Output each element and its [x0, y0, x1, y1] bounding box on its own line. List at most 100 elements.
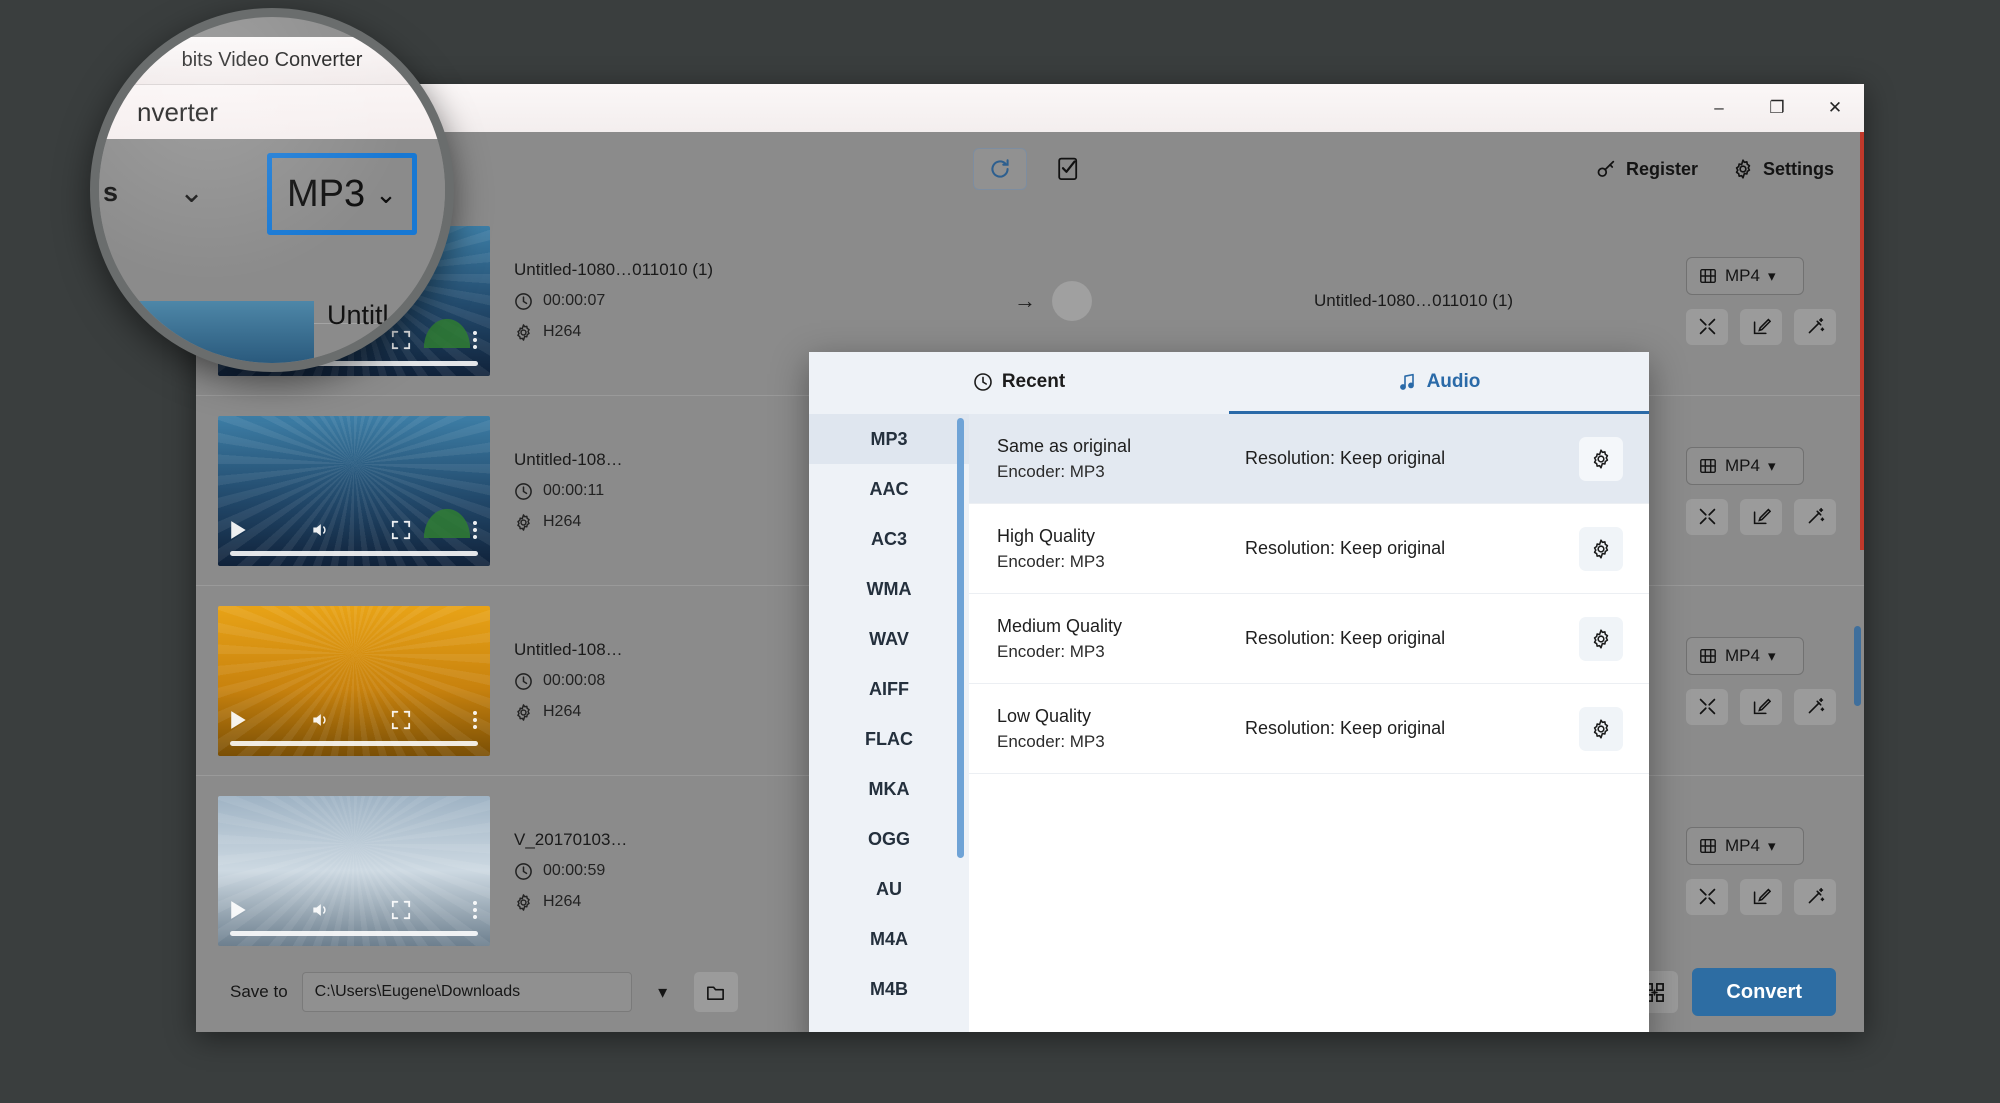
- gear-icon: [1590, 628, 1612, 650]
- save-to-label: Save to: [230, 982, 288, 1001]
- fullscreen-icon[interactable]: [391, 710, 411, 730]
- volume-icon[interactable]: [309, 520, 331, 540]
- settings-round-button[interactable]: [1052, 280, 1092, 321]
- save-path-chevron-down-icon[interactable]: ▾: [646, 975, 680, 1009]
- seek-bar[interactable]: [230, 550, 478, 556]
- more-options-icon[interactable]: [472, 520, 478, 540]
- seek-bar[interactable]: [230, 930, 478, 936]
- format-item-ogg[interactable]: OGG: [809, 814, 969, 864]
- file-duration: 00:00:08: [514, 672, 720, 691]
- magnified-format-dropdown-highlight[interactable]: MP3 ⌄: [267, 153, 417, 235]
- row-format-dropdown[interactable]: MP4 ▾: [1686, 636, 1804, 675]
- row-format-dropdown[interactable]: MP4 ▾: [1686, 446, 1804, 485]
- close-button[interactable]: ✕: [1806, 84, 1864, 132]
- fullscreen-icon[interactable]: [391, 520, 411, 540]
- play-icon[interactable]: [230, 520, 248, 540]
- file-duration: 00:00:07: [514, 292, 720, 311]
- enhance-button[interactable]: [1794, 688, 1836, 725]
- volume-icon[interactable]: [309, 710, 331, 730]
- row-action-buttons: [1686, 688, 1836, 725]
- maximize-button[interactable]: ❐: [1748, 84, 1806, 132]
- refresh-icon: [987, 156, 1013, 182]
- format-item-m4b[interactable]: M4B: [809, 964, 969, 1014]
- preset-info: Medium Quality Encoder: MP3: [997, 616, 1245, 662]
- register-button[interactable]: Register: [1595, 158, 1698, 180]
- gear-icon: [1732, 158, 1754, 180]
- magnified-format-value: MP3: [287, 172, 366, 215]
- compress-button[interactable]: [1686, 688, 1728, 725]
- format-item-flac[interactable]: FLAC: [809, 714, 969, 764]
- edit-button[interactable]: [1740, 688, 1782, 725]
- format-item-wma[interactable]: WMA: [809, 564, 969, 614]
- play-icon[interactable]: [230, 900, 248, 920]
- volume-icon[interactable]: [309, 900, 331, 920]
- magnified-subtitle-bar: nverter: [99, 85, 445, 139]
- format-selection-popup: Recent Audio MP3 AAC AC3 WMA WAV AIFF FL…: [809, 352, 1649, 1032]
- fullscreen-icon[interactable]: [391, 900, 411, 920]
- preset-settings-button[interactable]: [1579, 526, 1623, 571]
- clock-icon: [973, 372, 993, 392]
- format-item-wav[interactable]: WAV: [809, 614, 969, 664]
- output-info: Untitled-1080…011010 (1): [1314, 291, 1513, 311]
- save-path-value: C:\Users\Eugene\Downloads: [314, 983, 521, 1000]
- more-options-icon[interactable]: [472, 710, 478, 730]
- key-icon: [1595, 158, 1617, 180]
- refresh-button[interactable]: [973, 148, 1027, 190]
- magnified-ghost-filename: ed-108: [373, 335, 439, 358]
- file-codec: H264: [514, 893, 720, 912]
- settings-button[interactable]: Settings: [1732, 158, 1834, 180]
- select-all-button[interactable]: [1049, 150, 1087, 188]
- edit-button[interactable]: [1740, 308, 1782, 345]
- video-thumbnail[interactable]: [218, 605, 490, 756]
- preset-settings-button[interactable]: [1579, 436, 1623, 481]
- compress-button[interactable]: [1686, 308, 1728, 345]
- row-format-dropdown[interactable]: MP4 ▾: [1686, 256, 1804, 295]
- convert-button[interactable]: Convert: [1692, 968, 1836, 1016]
- file-info: Untitled-108… 00:00:08 H264: [490, 640, 720, 722]
- format-item-m4r[interactable]: M4R: [809, 1014, 969, 1033]
- preset-row-same-as-original[interactable]: Same as original Encoder: MP3 Resolution…: [969, 414, 1649, 504]
- more-options-icon[interactable]: [472, 330, 478, 350]
- preset-settings-button[interactable]: [1579, 616, 1623, 661]
- format-item-mp3[interactable]: MP3: [809, 414, 969, 464]
- enhance-button[interactable]: [1794, 498, 1836, 535]
- format-item-aac[interactable]: AAC: [809, 464, 969, 514]
- row-format-label: MP4: [1725, 835, 1760, 855]
- edit-button[interactable]: [1740, 878, 1782, 915]
- format-item-m4a[interactable]: M4A: [809, 914, 969, 964]
- compress-button[interactable]: [1686, 498, 1728, 535]
- enhance-button[interactable]: [1794, 308, 1836, 345]
- enhance-button[interactable]: [1794, 878, 1836, 915]
- edit-button[interactable]: [1740, 498, 1782, 535]
- compress-button[interactable]: [1686, 878, 1728, 915]
- file-duration: 00:00:59: [514, 862, 720, 881]
- tab-audio[interactable]: Audio: [1229, 352, 1649, 414]
- more-options-icon[interactable]: [472, 900, 478, 920]
- video-thumbnail[interactable]: [218, 415, 490, 566]
- preset-settings-button[interactable]: [1579, 706, 1623, 751]
- play-icon[interactable]: [230, 710, 248, 730]
- format-list-scrollbar-thumb[interactable]: [957, 418, 964, 858]
- codec-value: H264: [543, 893, 582, 910]
- row-action-buttons: [1686, 878, 1836, 915]
- preset-title: Same as original: [997, 435, 1132, 456]
- preset-row-low-quality[interactable]: Low Quality Encoder: MP3 Resolution: Kee…: [969, 684, 1649, 774]
- browse-folder-button[interactable]: [693, 972, 738, 1012]
- format-list: MP3 AAC AC3 WMA WAV AIFF FLAC MKA OGG AU…: [809, 414, 969, 1032]
- film-icon: [1699, 837, 1717, 855]
- duration-value: 00:00:59: [543, 862, 606, 879]
- seek-bar[interactable]: [230, 740, 478, 746]
- format-item-mka[interactable]: MKA: [809, 764, 969, 814]
- preset-row-medium-quality[interactable]: Medium Quality Encoder: MP3 Resolution: …: [969, 594, 1649, 684]
- minimize-button[interactable]: –: [1690, 84, 1748, 132]
- row-format-dropdown[interactable]: MP4 ▾: [1686, 826, 1804, 865]
- save-path-input[interactable]: C:\Users\Eugene\Downloads: [301, 972, 632, 1012]
- list-scrollbar-thumb[interactable]: [1854, 626, 1861, 706]
- tab-recent[interactable]: Recent: [809, 352, 1229, 414]
- format-item-au[interactable]: AU: [809, 864, 969, 914]
- video-thumbnail[interactable]: [218, 795, 490, 946]
- format-item-ac3[interactable]: AC3: [809, 514, 969, 564]
- format-item-aiff[interactable]: AIFF: [809, 664, 969, 714]
- file-info: Untitled-1080…011010 (1) 00:00:07 H264: [490, 260, 720, 342]
- preset-row-high-quality[interactable]: High Quality Encoder: MP3 Resolution: Ke…: [969, 504, 1649, 594]
